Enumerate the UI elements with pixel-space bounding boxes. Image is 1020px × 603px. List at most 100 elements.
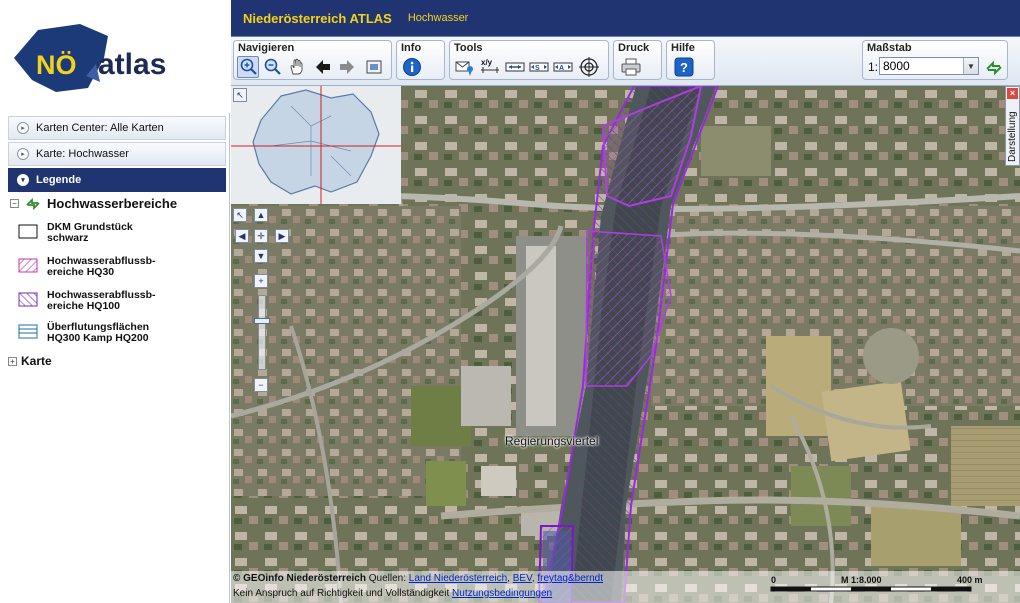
accordion-karte[interactable]: ▸ Karte: Hochwasser: [8, 142, 226, 166]
tree-group-hochwasserbereiche[interactable]: − Hochwasserbereiche: [10, 196, 177, 211]
plus-icon: +: [258, 275, 264, 286]
zoom-slider-thumb[interactable]: [254, 318, 270, 324]
legend-swatch-dkm: [18, 224, 38, 239]
scale-bar: 0 M 1:8.000 400 m: [770, 575, 983, 592]
logo-text: atlas: [98, 48, 166, 81]
info-button[interactable]: [401, 56, 423, 78]
legend-label-line2: HQ300 Kamp HQ200: [47, 332, 149, 344]
logo: NÖ atlas: [0, 0, 230, 113]
accordion-label: Karten Center: Alle Karten: [36, 122, 164, 134]
pan-west-button[interactable]: ◀: [235, 229, 249, 243]
crosshair-target-icon: [579, 57, 599, 77]
map-canvas[interactable]: ↖ ↖ ▲ ◀ ✛ ▶ ▼ + − × Darstellung Regierun…: [231, 86, 1020, 603]
copyright-text: © GEOinfo Niederösterreich: [233, 573, 366, 584]
tree-group-karte[interactable]: + Karte: [8, 354, 52, 368]
pan-button[interactable]: [286, 56, 308, 78]
refresh-arrows-icon: [26, 197, 40, 210]
pan-northwest-button[interactable]: ↖: [233, 208, 247, 222]
scale-bar-start: 0: [771, 575, 776, 585]
zoom-in-map-button[interactable]: +: [254, 274, 268, 288]
pan-center-button[interactable]: ✛: [254, 229, 268, 243]
darstellung-label: Darstellung: [1007, 111, 1018, 162]
chevron-up-icon: ▲: [256, 209, 266, 220]
printer-icon: [621, 58, 641, 76]
legend-swatch-hq30: [18, 258, 38, 273]
target-button[interactable]: [578, 56, 600, 78]
measure-area-button[interactable]: A: [552, 56, 574, 78]
toolgroup-hilfe: Hilfe ?: [666, 40, 715, 80]
apply-scale-button[interactable]: [983, 57, 1005, 79]
full-extent-icon: [366, 60, 382, 74]
zoom-in-button[interactable]: [237, 56, 259, 78]
toolgroup-label: Navigieren: [238, 42, 295, 54]
zoom-out-map-button[interactable]: −: [254, 378, 268, 392]
legend-item-hq100: Hochwasserabflussb-ereiche HQ100: [18, 290, 223, 312]
scale-prefix: 1:: [868, 60, 879, 74]
copyright-line: © GEOinfo Niederösterreich Quellen: Land…: [233, 573, 603, 584]
zoom-out-icon: [264, 58, 281, 75]
accordion-legende[interactable]: ▾ Legende: [8, 168, 226, 192]
close-icon[interactable]: ×: [1007, 88, 1018, 99]
legend-item-ueberflutung: Überflutungsflächen HQ300 Kamp HQ200: [18, 322, 223, 344]
arrow-forward-icon: [340, 60, 354, 74]
toolgroup-tools: Tools x/y S A: [449, 40, 609, 80]
chevron-right-icon: ▶: [278, 230, 286, 241]
toolgroup-label: Info: [401, 42, 422, 54]
forward-button[interactable]: [336, 56, 358, 78]
scale-dropdown-button[interactable]: ▼: [963, 58, 978, 74]
accordion-label: Karte: Hochwasser: [36, 148, 129, 160]
expand-icon[interactable]: +: [8, 356, 17, 366]
accordion-label: Legende: [36, 174, 82, 186]
full-extent-button[interactable]: [363, 56, 385, 78]
scale-bar-end: 400 m: [957, 575, 983, 585]
coordinates-icon: x/y: [481, 58, 499, 73]
svg-text:S: S: [535, 65, 540, 72]
map-footer: © GEOinfo Niederösterreich Quellen: Land…: [231, 571, 1020, 603]
toolgroup-navigieren: Navigieren: [233, 40, 392, 80]
svg-text:A: A: [559, 65, 564, 72]
coordinates-button[interactable]: x/y: [478, 56, 502, 78]
zoom-out-button[interactable]: [261, 56, 283, 78]
logo-prefix: NÖ: [36, 50, 77, 80]
disclaimer-line: Kein Anspruch auf Richtigkeit und Vollst…: [233, 588, 552, 599]
toolgroup-druck: Druck: [613, 40, 662, 80]
collapse-overview-button[interactable]: ↖: [233, 88, 247, 102]
app-title: Niederösterreich ATLAS: [243, 10, 392, 26]
toolbar: Navigieren Info Tools x/y S A Druck Hilf…: [231, 37, 1020, 86]
source-link-bev[interactable]: BEV: [513, 573, 532, 584]
zoom-in-icon: [240, 58, 257, 75]
scale-bar-middle: M 1:8.000: [841, 575, 882, 585]
svg-text:?: ?: [680, 60, 688, 75]
overview-map[interactable]: ↖: [231, 86, 401, 204]
pan-east-button[interactable]: ▶: [275, 229, 289, 243]
mail-pin-icon: [455, 61, 473, 76]
chevron-left-icon: ◀: [238, 230, 246, 241]
pan-south-button[interactable]: ▼: [254, 249, 268, 263]
mail-locate-button[interactable]: [454, 56, 476, 78]
back-button[interactable]: [312, 56, 334, 78]
legend-label-line2: ereiche HQ100: [47, 300, 120, 312]
legend-swatch-hq100: [18, 292, 38, 307]
toolgroup-label: Hilfe: [671, 42, 695, 54]
darstellung-tab[interactable]: × Darstellung: [1005, 86, 1020, 166]
collapse-icon[interactable]: −: [10, 199, 19, 208]
zoom-slider-track[interactable]: [258, 295, 266, 370]
source-link-land-noe[interactable]: Land Niederösterreich: [409, 573, 507, 584]
coordinates-xy-label: x/y: [481, 58, 493, 67]
legend-item-dkm: DKM Grundstück schwarz: [18, 222, 223, 244]
measure-line-button[interactable]: S: [528, 56, 550, 78]
hand-pan-icon: [290, 58, 303, 75]
measure-line-icon: S: [529, 62, 549, 72]
help-button[interactable]: ?: [673, 56, 695, 78]
overview-map-image: [231, 86, 401, 204]
source-link-freytag-berndt[interactable]: freytag&berndt: [537, 573, 603, 584]
measure-distance-button[interactable]: [504, 56, 526, 78]
accordion-karten-center[interactable]: ▸ Karten Center: Alle Karten: [8, 116, 226, 140]
pan-north-button[interactable]: ▲: [254, 208, 268, 222]
print-button[interactable]: [620, 56, 642, 78]
toolgroup-label: Druck: [618, 42, 650, 54]
terms-link[interactable]: Nutzungsbedingungen: [452, 588, 552, 599]
refresh-icon: [986, 60, 1002, 76]
legend-swatch-ueberflutung: [18, 324, 38, 339]
toolgroup-label: Tools: [454, 42, 483, 54]
